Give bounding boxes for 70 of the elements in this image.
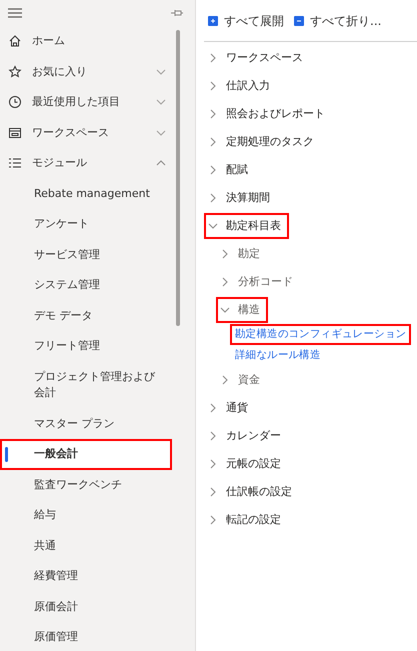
chevron-right-icon xyxy=(208,165,218,175)
star-icon xyxy=(8,64,22,79)
chevron-right-icon xyxy=(208,431,218,442)
module-link[interactable]: アンケート xyxy=(0,209,172,240)
chevron-down-icon xyxy=(156,97,166,108)
module-link[interactable]: 給与 xyxy=(0,500,172,530)
tree-node[interactable]: 照会およびレポート xyxy=(204,101,333,127)
tree-node[interactable]: 構造 xyxy=(216,297,268,323)
chevron-down-icon xyxy=(156,128,166,138)
chevron-right-icon xyxy=(208,137,218,147)
chevron-right-icon xyxy=(208,515,218,526)
tree-node[interactable]: 転記の設定 xyxy=(204,507,289,534)
module-link[interactable]: サービス管理 xyxy=(0,240,172,270)
module-link[interactable]: 監査ワークベンチ xyxy=(0,470,172,500)
workspace-icon xyxy=(8,126,22,140)
tree-node[interactable]: 元帳の設定 xyxy=(204,451,289,478)
sidebar-item[interactable]: お気に入り xyxy=(0,56,172,87)
tree-node[interactable]: 仕訳帳の設定 xyxy=(204,479,300,506)
sidebar-item[interactable]: モジュール xyxy=(0,148,172,178)
sidebar-item[interactable]: ワークスペース xyxy=(0,118,172,148)
sidebar-item[interactable]: 最近使用した項目 xyxy=(0,87,172,118)
tree-node[interactable]: 仕訳入力 xyxy=(204,73,278,99)
tree-node[interactable]: 定期処理のタスク xyxy=(204,129,322,155)
module-link[interactable]: フリート管理 xyxy=(0,331,172,362)
module-link[interactable]: 共通 xyxy=(0,530,172,561)
sidebar-item[interactable]: ホーム xyxy=(0,26,172,56)
toolbar-button[interactable]: すべて折り... xyxy=(294,12,382,30)
chevron-right-icon xyxy=(208,403,218,414)
chevron-right-icon xyxy=(220,249,230,259)
module-link[interactable]: Rebate management xyxy=(0,178,172,209)
module-link[interactable]: 一般会計 xyxy=(0,439,172,470)
expand-all-icon xyxy=(208,16,218,26)
pin-icon[interactable] xyxy=(171,9,183,17)
chevron-down-icon xyxy=(208,221,218,231)
module-link[interactable]: 経費管理 xyxy=(0,561,172,592)
chevron-right-icon xyxy=(220,277,230,287)
list-icon xyxy=(8,156,22,170)
tree-node[interactable]: 通貨 xyxy=(204,395,256,422)
chevron-right-icon xyxy=(208,459,218,470)
chevron-right-icon xyxy=(208,193,218,203)
tree-node[interactable]: カレンダー xyxy=(204,423,289,450)
selection-indicator xyxy=(5,447,8,462)
tree-node[interactable]: 勘定科目表 xyxy=(204,213,289,239)
chevron-right-icon xyxy=(208,487,218,498)
chevron-right-icon xyxy=(208,53,218,63)
chevron-right-icon xyxy=(220,375,230,386)
chevron-right-icon xyxy=(208,109,218,119)
chevron-down-icon xyxy=(156,66,166,77)
home-icon xyxy=(8,34,22,48)
module-link[interactable]: デモ データ xyxy=(0,300,172,331)
module-link[interactable]: 原価管理 xyxy=(0,622,172,651)
tree-node[interactable]: 決算期間 xyxy=(204,185,278,211)
tree-link[interactable]: 勘定構造のコンフィギュレーション xyxy=(230,324,412,346)
tree-link[interactable]: 詳細なルール構造 xyxy=(230,345,326,366)
tree-node[interactable]: ワークスペース xyxy=(204,45,311,71)
tree-node[interactable]: 配賦 xyxy=(204,157,256,183)
toolbar-button[interactable]: すべて展開 xyxy=(208,12,284,30)
module-link[interactable]: マスター プラン xyxy=(0,408,172,439)
scrollbar[interactable] xyxy=(176,30,180,326)
chevron-down-icon xyxy=(220,305,230,315)
collapse-all-icon xyxy=(294,16,304,26)
module-link[interactable]: 原価会計 xyxy=(0,592,172,622)
tree-node[interactable]: 勘定 xyxy=(216,241,268,267)
menu-icon[interactable] xyxy=(8,8,22,18)
module-link[interactable]: システム管理 xyxy=(0,270,172,300)
chevron-right-icon xyxy=(208,81,218,91)
tree-node[interactable]: 分析コード xyxy=(216,269,301,295)
module-link[interactable]: プロジェクト管理および会計 xyxy=(0,362,172,408)
clock-icon xyxy=(8,95,22,110)
tree-node[interactable]: 資金 xyxy=(216,367,268,394)
